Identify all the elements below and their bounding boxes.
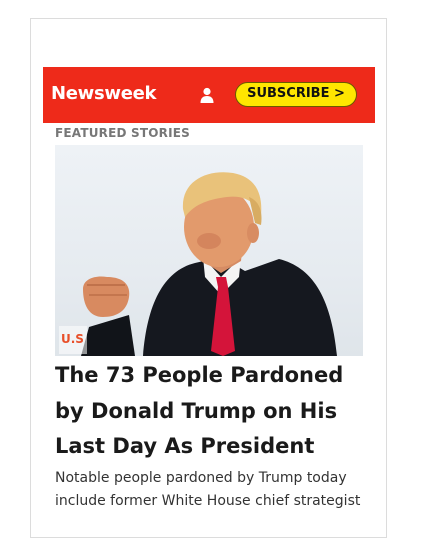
subscribe-button[interactable]: SUBSCRIBE > [235, 82, 357, 107]
user-icon[interactable] [199, 87, 215, 103]
trump-photo [81, 172, 337, 356]
story-headline[interactable]: The 73 People Pardoned by Donald Trump o… [55, 358, 355, 465]
browser-viewport: Newsweek SUBSCRIBE > FEATURED STORIES U.… [30, 18, 387, 538]
newsweek-logo[interactable]: Newsweek [51, 83, 157, 104]
featured-story-image[interactable] [55, 145, 363, 356]
category-tag[interactable]: U.S [59, 326, 87, 354]
section-label: FEATURED STORIES [55, 126, 191, 140]
story-summary: Notable people pardoned by Trump today i… [55, 470, 361, 509]
site-header: Newsweek SUBSCRIBE > [43, 67, 375, 123]
